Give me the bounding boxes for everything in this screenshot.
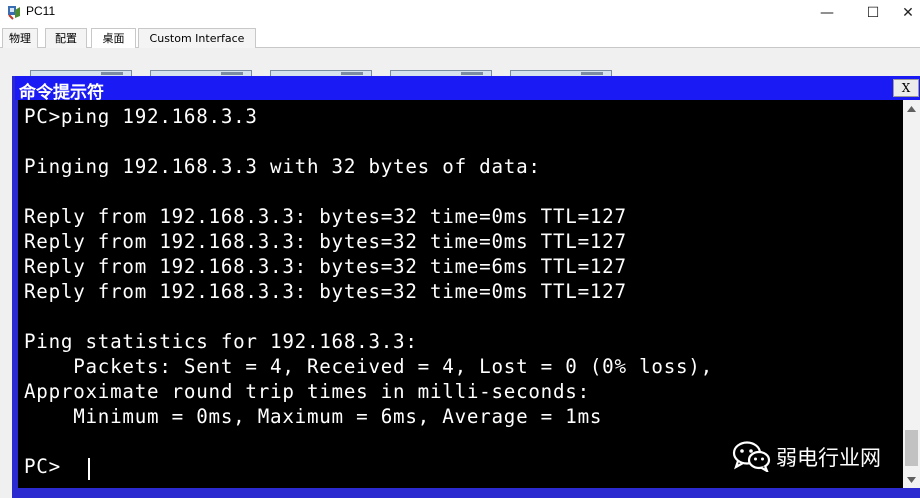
terminal-output[interactable]: PC>ping 192.168.3.3 Pinging 192.168.3.3 … [18,100,903,488]
watermark-text: 弱电行业网 [776,446,881,470]
terminal-line: Approximate round trip times in milli-se… [24,380,590,403]
terminal-line: Packets: Sent = 4, Received = 4, Lost = … [24,355,713,378]
scrollbar-thumb[interactable] [905,430,918,466]
tab-physical[interactable]: 物理 [2,28,38,48]
terminal-line: Ping statistics for 192.168.3.3: [24,330,418,353]
maximize-button[interactable]: ☐ [850,0,896,26]
window-title: PC11 [26,4,56,18]
terminal-line: Pinging 192.168.3.3 with 32 bytes of dat… [24,155,541,178]
command-prompt-titlebar[interactable]: 命令提示符 X [15,76,920,103]
terminal-line: PC>ping 192.168.3.3 [24,105,258,128]
terminal-scrollbar[interactable] [903,100,920,488]
tab-config[interactable]: 配置 [45,28,87,48]
wechat-icon [732,440,772,476]
text-cursor [88,458,90,480]
command-prompt-close-button[interactable]: X [893,79,919,97]
terminal-line: Minimum = 0ms, Maximum = 6ms, Average = … [24,405,603,428]
terminal-line: Reply from 192.168.3.3: bytes=32 time=0m… [24,280,627,303]
close-button[interactable]: ✕ [896,0,920,26]
device-tabs: 物理 配置 桌面 Custom Interface [0,28,920,49]
scroll-up-arrow-icon[interactable] [903,100,920,117]
tab-custom-interface[interactable]: Custom Interface [138,28,256,48]
window-titlebar: PC11 — ☐ ✕ [0,0,920,26]
watermark: 弱电行业网 [732,440,902,474]
tab-desktop[interactable]: 桌面 [91,28,136,49]
scroll-down-arrow-icon[interactable] [903,471,920,488]
command-prompt-window: 命令提示符 X PC>ping 192.168.3.3 Pinging 192.… [12,76,920,496]
packet-tracer-app-icon [6,4,22,20]
window-bottom-border [12,488,920,498]
minimize-button[interactable]: — [804,0,850,26]
terminal-line: Reply from 192.168.3.3: bytes=32 time=0m… [24,205,627,228]
terminal-line: Reply from 192.168.3.3: bytes=32 time=0m… [24,230,627,253]
terminal-prompt-line: PC> [24,455,61,478]
terminal-line: Reply from 192.168.3.3: bytes=32 time=6m… [24,255,627,278]
